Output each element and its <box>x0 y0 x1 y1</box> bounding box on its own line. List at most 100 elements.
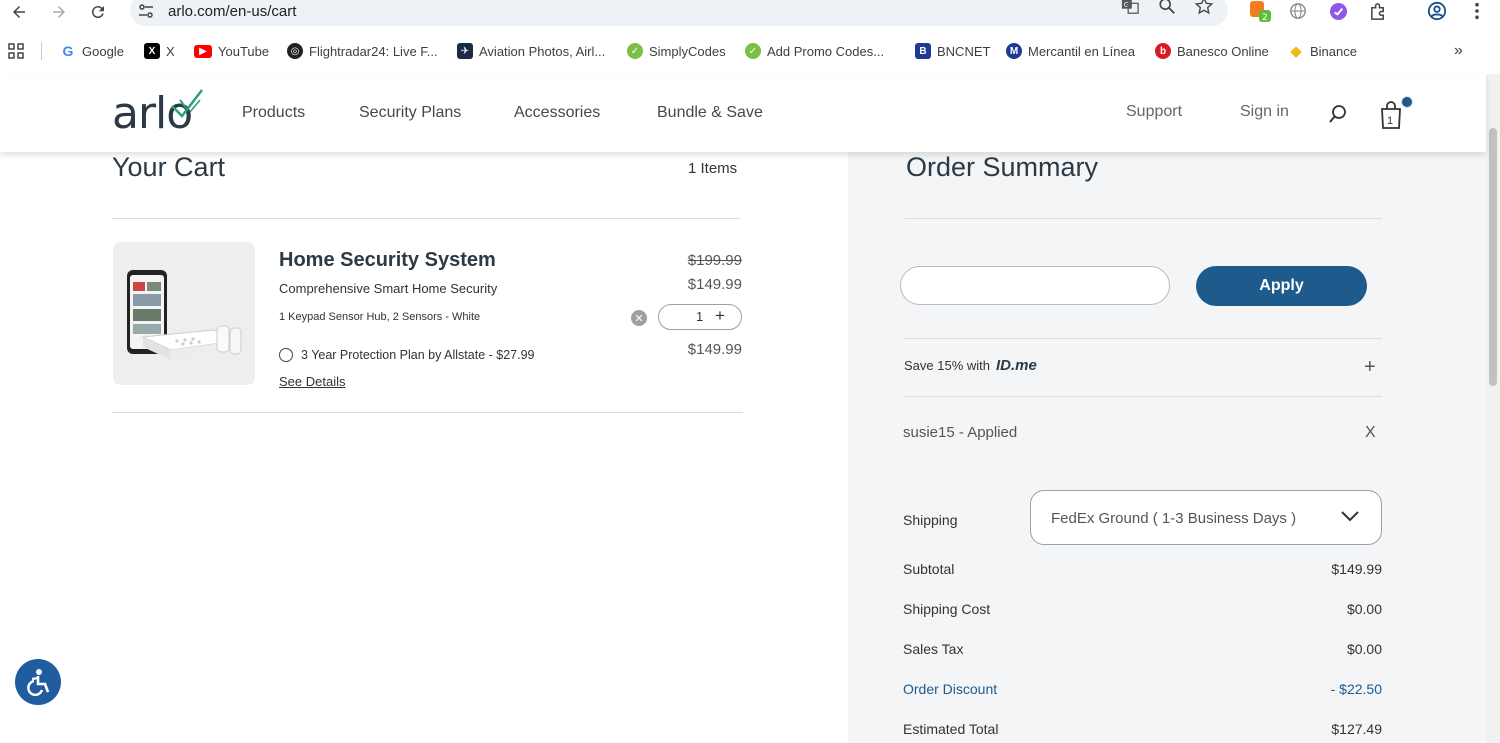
google-icon: G <box>62 43 74 59</box>
support-link[interactable]: Support <box>1126 103 1182 121</box>
bookmark-binance[interactable]: ◆ Binance <box>1288 42 1357 60</box>
order-discount-row: Order Discount - $22.50 <box>903 681 1382 697</box>
protection-plan-radio[interactable] <box>279 348 293 362</box>
remove-item-icon[interactable]: ✕ <box>631 310 647 326</box>
url-text: arlo.com/en-us/cart <box>168 3 297 20</box>
bookmarks-divider <box>41 42 42 60</box>
globe-extension-icon[interactable] <box>1287 0 1309 22</box>
scrollbar-thumb[interactable] <box>1489 128 1497 386</box>
apps-grid-icon[interactable] <box>8 42 24 60</box>
purple-extension-icon[interactable] <box>1327 0 1349 22</box>
line-total-price: $149.99 <box>687 341 742 358</box>
extension-coupon-icon[interactable]: 2 <box>1249 0 1271 22</box>
idme-offer-text: Save 15% with <box>904 358 990 373</box>
cart-panel: Your Cart 1 Items Home Security System C… <box>0 152 848 743</box>
idme-logo: ID.me <box>996 357 1037 374</box>
items-count: 1 Items <box>688 160 738 177</box>
estimated-total-label: Estimated Total <box>903 721 999 737</box>
bookmark-bncnet[interactable]: B BNCNET <box>915 42 990 60</box>
site-header: arlo Products Security Plans Accessories… <box>0 74 1486 152</box>
divider <box>112 218 740 219</box>
svg-text:2: 2 <box>1262 13 1268 22</box>
protection-plan-label: 3 Year Protection Plan by Allstate - $27… <box>301 348 535 362</box>
page-scrollbar[interactable] <box>1486 74 1500 743</box>
browser-menu-icon[interactable] <box>1466 0 1488 22</box>
estimated-total-row: Estimated Total $127.49 <box>903 721 1382 737</box>
arlo-bird-icon <box>171 89 203 118</box>
bncnet-icon: B <box>915 43 931 59</box>
quantity-plus-icon[interactable]: + <box>715 306 725 326</box>
subtotal-value: $149.99 <box>1331 561 1382 577</box>
search-icon[interactable] <box>1328 104 1348 129</box>
youtube-icon: ▶ <box>194 44 212 58</box>
quantity-value: 1 <box>696 309 704 324</box>
accessibility-icon[interactable] <box>15 659 61 705</box>
shipping-cost-row: Shipping Cost $0.00 <box>903 601 1382 617</box>
cart-count: 1 <box>1387 115 1394 127</box>
bookmark-mercantil[interactable]: M Mercantil en Línea <box>1006 42 1135 60</box>
extensions-puzzle-icon[interactable] <box>1367 0 1389 22</box>
idme-offer[interactable]: Save 15% with ID.me <box>904 357 1037 374</box>
translate-icon[interactable]: G <box>1120 0 1140 16</box>
aviation-icon: ✈ <box>457 43 473 59</box>
bookmark-youtube[interactable]: ▶ YouTube <box>194 42 269 60</box>
nav-security-plans[interactable]: Security Plans <box>359 104 461 122</box>
order-discount-label: Order Discount <box>903 681 998 697</box>
apply-button[interactable]: Apply <box>1196 266 1367 306</box>
order-summary-title: Order Summary <box>906 152 1099 182</box>
estimated-total-value: $127.49 <box>1331 721 1382 737</box>
profile-icon[interactable] <box>1426 0 1448 22</box>
zoom-icon[interactable] <box>1157 0 1177 16</box>
remove-promo-icon[interactable]: X <box>1365 424 1376 442</box>
divider <box>905 218 1382 219</box>
bookmark-banesco[interactable]: b Banesco Online <box>1155 42 1269 60</box>
expand-plus-icon[interactable]: + <box>1364 356 1376 379</box>
x-icon: X <box>144 43 160 59</box>
shipping-method-select[interactable]: FedEx Ground ( 1-3 Business Days ) <box>1030 490 1382 545</box>
promo-code-input[interactable] <box>900 266 1170 305</box>
subtotal-row: Subtotal $149.99 <box>903 561 1382 577</box>
back-icon[interactable] <box>7 1 31 23</box>
nav-bundle-save[interactable]: Bundle & Save <box>657 104 763 122</box>
chevron-down-icon <box>1341 509 1359 527</box>
sale-price: $149.99 <box>687 276 742 293</box>
divider <box>903 338 1382 339</box>
subtotal-label: Subtotal <box>903 561 955 577</box>
bookmark-google[interactable]: G Google <box>60 42 124 60</box>
product-image[interactable] <box>113 242 255 385</box>
applied-promo-code: susie15 - Applied <box>903 424 1018 441</box>
divider <box>903 396 1382 397</box>
more-bookmarks-icon[interactable]: » <box>1454 42 1463 60</box>
product-variant: 1 Keypad Sensor Hub, 2 Sensors - White <box>279 311 481 323</box>
bookmark-star-icon[interactable] <box>1194 0 1214 16</box>
cart-icon[interactable]: 1 <box>1379 96 1413 130</box>
shipping-method-value: FedEx Ground ( 1-3 Business Days ) <box>1051 510 1297 527</box>
bookmark-promo-codes[interactable]: ✓ Add Promo Codes... <box>745 42 884 60</box>
product-subtitle: Comprehensive Smart Home Security <box>279 281 498 296</box>
bookmark-aviation[interactable]: ✈ Aviation Photos, Airl... <box>457 42 605 60</box>
simplycodes-icon: ✓ <box>627 43 643 59</box>
banesco-icon: b <box>1155 43 1171 59</box>
sales-tax-value: $0.00 <box>1346 641 1382 657</box>
nav-accessories[interactable]: Accessories <box>514 104 600 122</box>
divider <box>112 412 743 413</box>
bookmark-x[interactable]: XX <box>144 42 175 60</box>
see-details-link[interactable]: See Details <box>279 374 345 389</box>
product-name[interactable]: Home Security System <box>279 249 496 272</box>
protection-plan-option[interactable]: 3 Year Protection Plan by Allstate - $27… <box>279 348 535 362</box>
site-settings-icon[interactable] <box>138 4 154 18</box>
sign-in-link[interactable]: Sign in <box>1240 103 1289 121</box>
original-price: $199.99 <box>687 252 742 269</box>
bookmark-flightradar[interactable]: ◎ Flightradar24: Live F... <box>287 42 438 60</box>
nav-products[interactable]: Products <box>242 104 305 122</box>
address-bar[interactable]: arlo.com/en-us/cart G <box>130 0 1228 26</box>
shipping-label: Shipping <box>903 512 958 528</box>
sales-tax-row: Sales Tax $0.00 <box>903 641 1382 657</box>
quantity-stepper[interactable]: 1 + <box>658 304 742 330</box>
reload-icon[interactable] <box>86 1 110 23</box>
flightradar-icon: ◎ <box>287 43 303 59</box>
bookmarks-bar: G Google XX ▶ YouTube ◎ Flightradar24: Live… <box>0 36 1500 66</box>
bookmark-simplycodes[interactable]: ✓ SimplyCodes <box>627 42 726 60</box>
forward-icon[interactable] <box>47 1 71 23</box>
shipping-cost-value: $0.00 <box>1346 601 1382 617</box>
